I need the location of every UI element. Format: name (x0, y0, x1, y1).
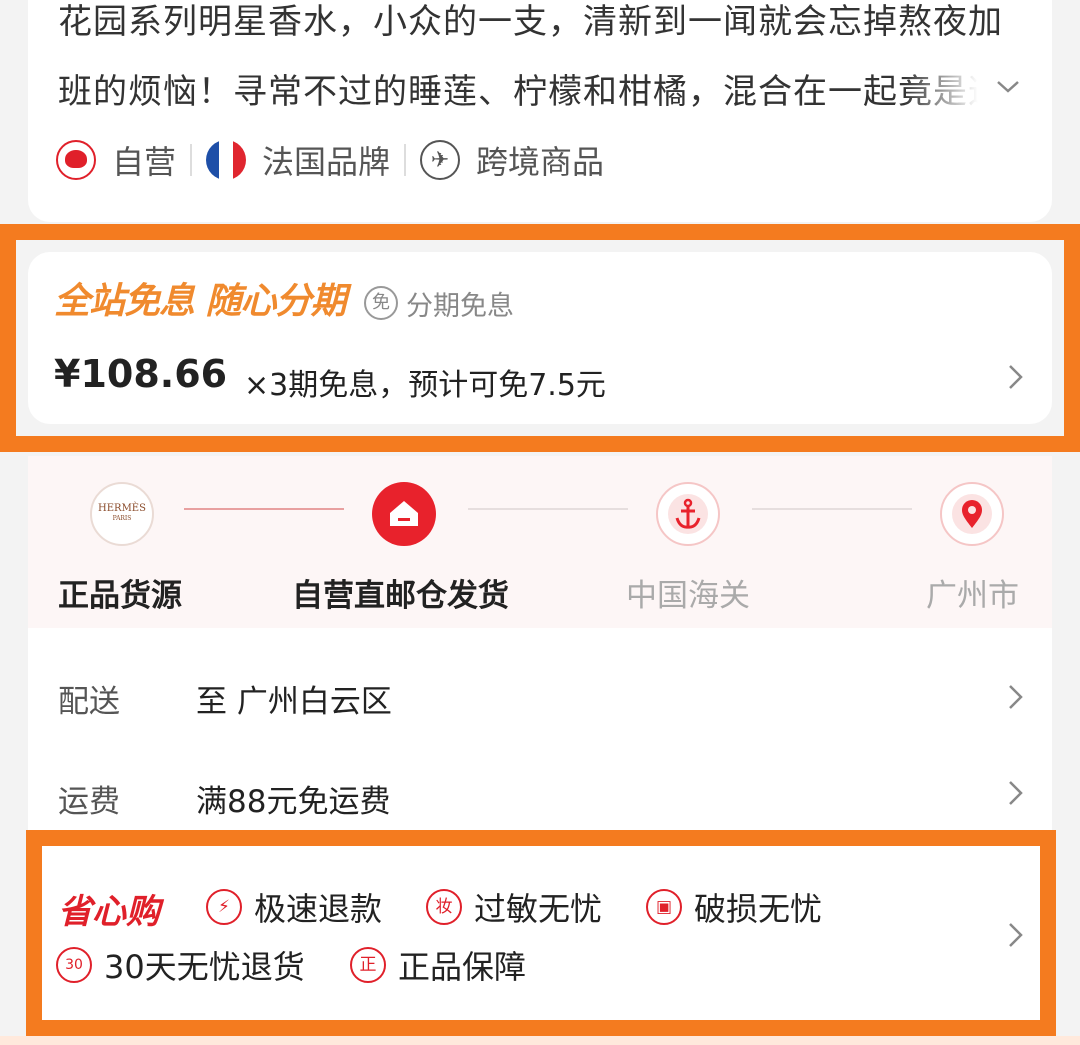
track-line (752, 508, 912, 510)
brand-logo-subtext: PARIS (112, 515, 132, 522)
track-line (184, 508, 344, 510)
track-step-label: 中国海关 (626, 578, 750, 614)
shipping-info: 配送 至 广州白云区 运费 满88元免运费 (28, 628, 1052, 838)
house-icon (372, 482, 436, 546)
plane-icon: ✈ (420, 140, 461, 180)
self-operated-icon (56, 140, 96, 180)
chevron-right-icon[interactable] (1004, 778, 1026, 808)
delivery-address: 至 广州白云区 (196, 684, 392, 720)
tag-label: 法国品牌 (262, 143, 391, 181)
description-text-line-1: 花园系列明星香水，小众的一支，清新到一闻就会忘掉熬夜加 (58, 2, 1003, 42)
location-pin-icon (940, 482, 1004, 546)
track-step-label: 广州市 (926, 578, 1019, 614)
hermes-logo-icon: HERMÈS PARIS (90, 482, 154, 546)
shipping-fee-label: 运费 (58, 784, 120, 820)
brand-logo-text: HERMÈS (98, 503, 146, 514)
delivery-label: 配送 (58, 684, 120, 720)
tag-cross-border: ✈ 跨境商品 (420, 137, 604, 183)
anchor-icon (656, 482, 720, 546)
installment-highlight-frame (0, 224, 1080, 452)
divider (404, 144, 407, 176)
track-step-label: 自营直邮仓发货 (292, 578, 509, 614)
divider (190, 144, 193, 176)
tag-self-operated: 自营 (56, 137, 176, 183)
tag-label: 跨境商品 (476, 143, 605, 181)
track-step-label: 正品货源 (58, 578, 182, 614)
shipping-fee-value: 满88元免运费 (196, 784, 391, 820)
chevron-right-icon[interactable] (1004, 682, 1026, 712)
chevron-down-icon[interactable] (990, 72, 1026, 102)
tag-french-brand: 法国品牌 (206, 137, 390, 183)
worry-free-highlight-frame (26, 830, 1056, 1036)
product-description-card: 花园系列明星香水，小众的一支，清新到一闻就会忘掉熬夜加 班的烦恼！寻常不过的睡莲… (28, 0, 1052, 222)
logistics-track: HERMÈS PARIS 正品货源 自营直邮仓发货 中国海关 广州市 (28, 456, 1052, 628)
product-tags: 自营 法国品牌 ✈ 跨境商品 (56, 138, 604, 182)
track-line (468, 508, 628, 510)
tag-label: 自营 (112, 143, 177, 181)
france-flag-icon (206, 140, 246, 180)
bottom-strip (0, 1036, 1080, 1045)
description-text-line-2: 班的烦恼！寻常不过的睡莲、柠檬和柑橘，混合在一起竟是这 (58, 72, 978, 112)
